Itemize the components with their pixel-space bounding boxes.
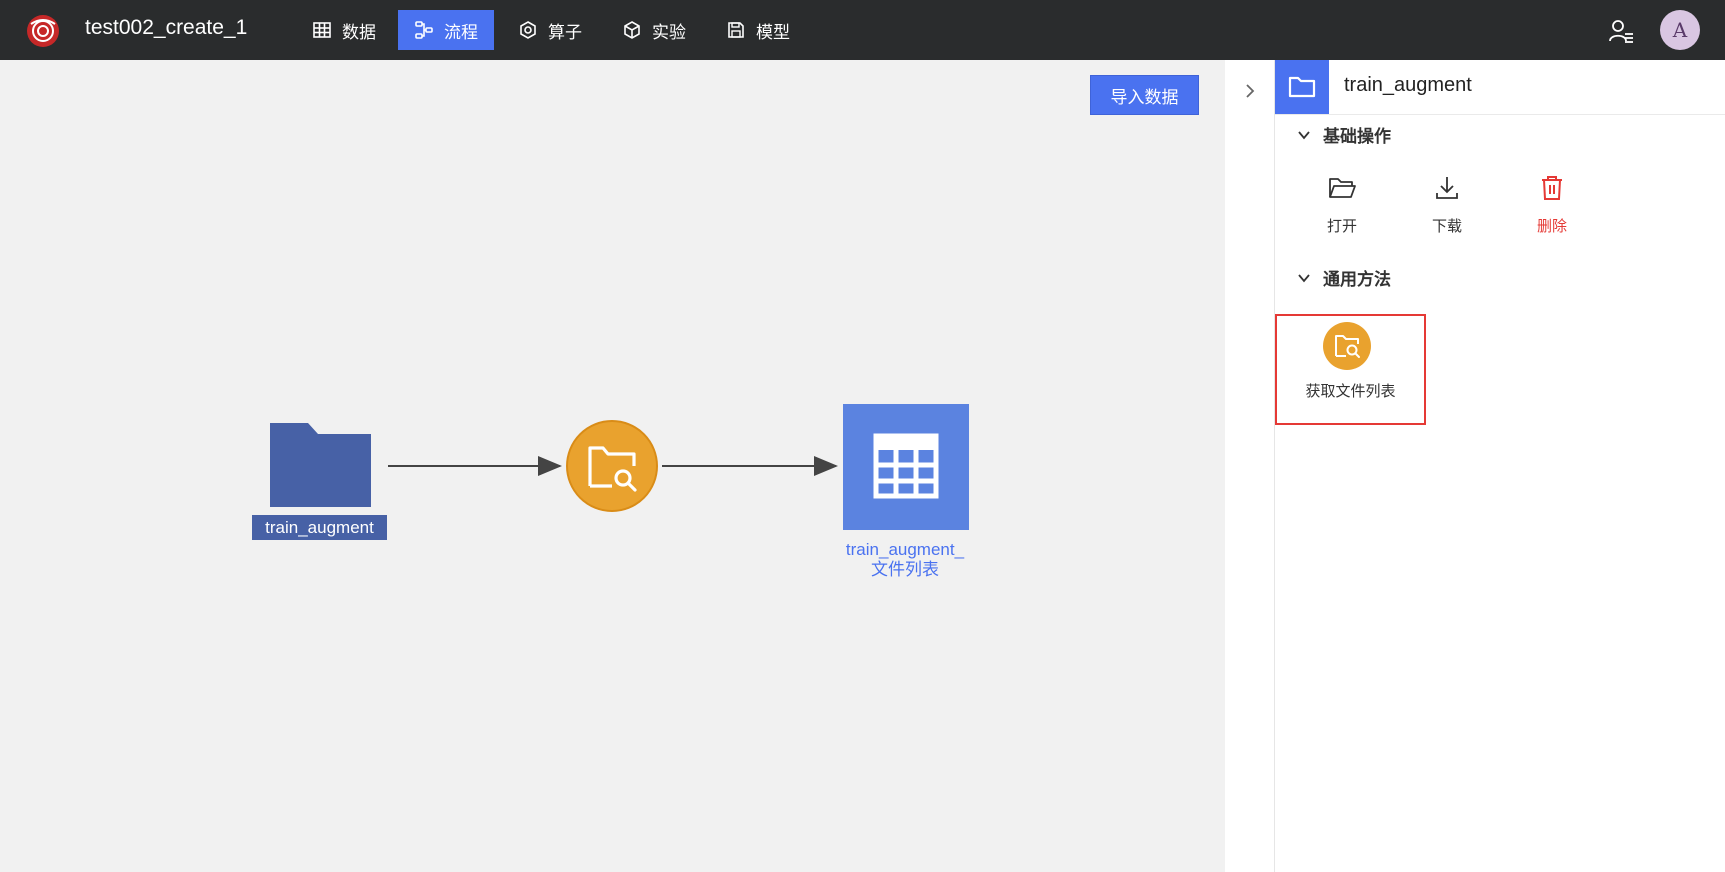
import-data-button[interactable]: 导入数据 (1090, 75, 1199, 115)
chevron-down-icon (1298, 273, 1310, 282)
user-list-icon[interactable] (1608, 18, 1634, 44)
avatar[interactable]: A (1660, 10, 1700, 50)
output-node-label[interactable]: train_augment_ 文件列表 (820, 540, 990, 580)
get-file-list-method[interactable]: 获取文件列表 (1275, 314, 1426, 425)
delete-button[interactable]: 删除 (1512, 173, 1592, 236)
common-methods-section[interactable]: 通用方法 (1297, 265, 1391, 290)
folder-open-icon (1329, 178, 1356, 198)
download-label: 下载 (1431, 217, 1462, 235)
get-file-list-label: 获取文件列表 (1305, 382, 1396, 400)
folder-search-icon (1323, 322, 1371, 370)
folder-icon (1275, 60, 1329, 114)
trash-icon (1542, 176, 1562, 200)
properties-panel: train_augment 基础操作 打开 下载 删除 通用方法 获取文件列表 (1275, 60, 1725, 872)
panel-collapse-strip (1225, 60, 1275, 872)
download-button[interactable]: 下载 (1407, 173, 1487, 236)
basic-operations-title: 基础操作 (1323, 127, 1391, 147)
open-button[interactable]: 打开 (1302, 173, 1382, 236)
chevron-right-icon[interactable] (1241, 82, 1259, 100)
delete-label: 删除 (1536, 217, 1567, 235)
chevron-down-icon (1298, 130, 1310, 139)
common-methods-title: 通用方法 (1323, 270, 1391, 290)
output-table-node[interactable] (843, 404, 969, 530)
panel-header: train_augment (1275, 60, 1725, 115)
download-icon (1436, 177, 1458, 199)
flow-graph (270, 404, 969, 530)
open-label: 打开 (1326, 217, 1357, 235)
output-node-label-line2: 文件列表 (871, 560, 939, 579)
operator-node[interactable] (566, 420, 658, 512)
basic-operations-section[interactable]: 基础操作 (1297, 122, 1391, 147)
output-node-label-line1: train_augment_ (845, 540, 965, 559)
source-folder-node[interactable] (270, 423, 371, 507)
source-node-label[interactable]: train_augment (252, 515, 387, 540)
panel-title: train_augment (1344, 74, 1472, 96)
